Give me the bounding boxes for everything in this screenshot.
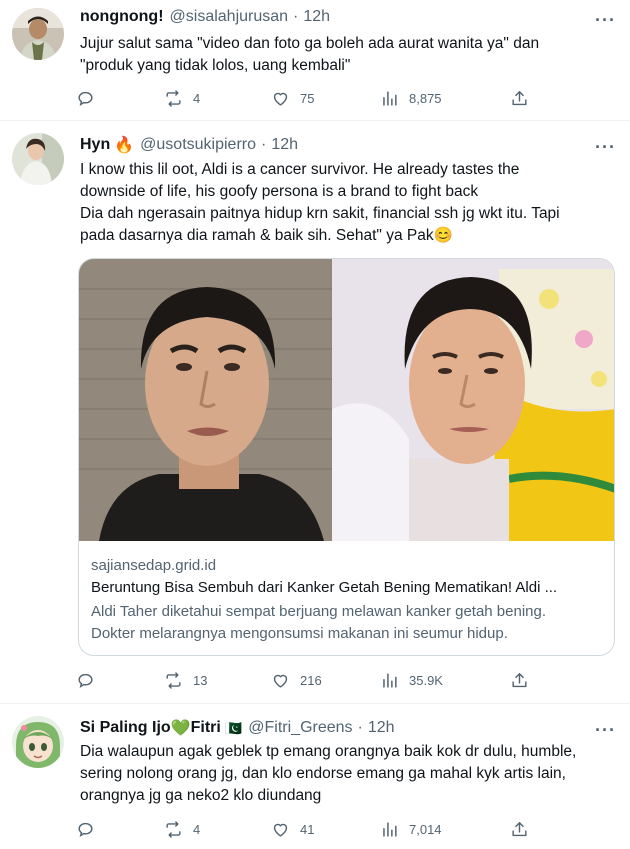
like-count: 216 bbox=[300, 672, 322, 688]
retweet-icon bbox=[166, 89, 181, 107]
card-description: Aldi Taher diketahui sempat berjuang mel… bbox=[91, 601, 606, 645]
like-button[interactable]: 41 bbox=[271, 817, 314, 841]
tweet-text-line: sering nolong orang jg, dan klo endorse … bbox=[80, 765, 566, 782]
timestamp[interactable]: 12h bbox=[368, 719, 395, 737]
more-icon[interactable]: ··· bbox=[595, 720, 616, 741]
tweet-text-line: pada dasarnya dia ramah & baik sih. Seha… bbox=[80, 227, 453, 244]
reply-button[interactable] bbox=[76, 86, 95, 110]
divider bbox=[0, 703, 630, 704]
tweet[interactable]: Si Paling Ijo 💚 Fitri 🇵🇰 @Fitri_Greens ·… bbox=[0, 710, 630, 849]
retweet-button[interactable]: 13 bbox=[164, 668, 207, 692]
tweet[interactable]: nongnong! @sisalahjurusan · 12h ··· Juju… bbox=[0, 0, 630, 118]
tweet-text-line: Dia walaupun agak geblek tp emang orangn… bbox=[80, 743, 577, 760]
reply-button[interactable] bbox=[76, 817, 95, 841]
reply-icon bbox=[78, 91, 93, 106]
separator-dot: · bbox=[357, 719, 363, 736]
more-icon[interactable]: ··· bbox=[595, 137, 616, 158]
fire-emoji: 🔥 bbox=[114, 137, 135, 154]
card-image[interactable] bbox=[79, 259, 615, 541]
separator-dot: · bbox=[293, 8, 299, 25]
reply-icon bbox=[78, 822, 93, 837]
user-handle[interactable]: @sisalahjurusan bbox=[170, 8, 289, 26]
more-icon[interactable]: ··· bbox=[595, 10, 616, 31]
action-bar: 4 41 7,014 bbox=[76, 817, 536, 841]
share-button[interactable] bbox=[510, 86, 529, 110]
card-description-line: Aldi Taher diketahui sempat berjuang mel… bbox=[91, 603, 547, 620]
avatar[interactable] bbox=[12, 8, 64, 60]
retweet-button[interactable]: 4 bbox=[164, 817, 200, 841]
like-button[interactable]: 216 bbox=[271, 668, 322, 692]
views-count: 7,014 bbox=[409, 821, 442, 837]
retweet-count: 4 bbox=[193, 90, 201, 106]
user-handle[interactable]: @Fitri_Greens bbox=[248, 719, 352, 737]
share-button[interactable] bbox=[510, 668, 529, 692]
like-count: 75 bbox=[300, 90, 315, 106]
tweet[interactable]: Hyn 🔥 @usotsukipierro · 12h ··· I know t… bbox=[0, 127, 630, 697]
like-icon bbox=[273, 674, 288, 688]
retweet-icon bbox=[166, 820, 181, 838]
like-icon bbox=[273, 92, 288, 106]
timestamp[interactable]: 12h bbox=[271, 136, 298, 154]
card-title: Beruntung Bisa Sembuh dari Kanker Getah … bbox=[91, 579, 558, 596]
display-name[interactable]: Si Paling Ijo bbox=[80, 719, 171, 737]
views-icon bbox=[383, 821, 397, 837]
retweet-count: 4 bbox=[193, 821, 201, 837]
like-button[interactable]: 75 bbox=[271, 86, 314, 110]
tweet-text-line: Dia dah ngerasain paitnya hidup krn saki… bbox=[80, 205, 560, 222]
share-icon bbox=[512, 672, 527, 687]
retweet-icon bbox=[166, 671, 181, 689]
views-count: 35.9K bbox=[409, 672, 443, 688]
flag-emoji: 🇵🇰 bbox=[224, 719, 243, 736]
display-name[interactable]: nongnong! bbox=[80, 8, 164, 26]
action-bar: 13 216 35.9K bbox=[76, 668, 536, 692]
tweet-text-line: I know this lil oot, Aldi is a cancer su… bbox=[80, 161, 520, 178]
views-icon bbox=[383, 672, 397, 688]
user-handle[interactable]: @usotsukipierro bbox=[140, 136, 256, 154]
views-button[interactable]: 7,014 bbox=[380, 817, 442, 841]
tweet-text: Dia walaupun agak geblek tp emang orangn… bbox=[80, 741, 615, 807]
tweet-text: I know this lil oot, Aldi is a cancer su… bbox=[80, 159, 615, 247]
card-description-line: Dokter melarangnya mengonsumsi makanan i… bbox=[91, 625, 508, 642]
like-count: 41 bbox=[300, 821, 315, 837]
retweet-count: 13 bbox=[193, 672, 208, 688]
views-icon bbox=[383, 90, 397, 106]
reply-button[interactable] bbox=[76, 668, 95, 692]
timestamp[interactable]: 12h bbox=[303, 8, 330, 26]
divider bbox=[0, 120, 630, 121]
green-heart-emoji: 💚 bbox=[170, 720, 191, 737]
share-icon bbox=[512, 821, 527, 836]
display-name-suffix[interactable]: Fitri bbox=[191, 719, 221, 737]
like-icon bbox=[273, 823, 288, 837]
views-button[interactable]: 35.9K bbox=[380, 668, 443, 692]
tweet-text-line: "produk yang tidak lolos, uang kembali" bbox=[80, 57, 351, 74]
views-count: 8,875 bbox=[409, 90, 442, 106]
link-card[interactable]: sajiansedap.grid.id Beruntung Bisa Sembu… bbox=[78, 258, 615, 656]
tweet-text-line: downside of life, his goofy persona is a… bbox=[80, 183, 479, 200]
avatar[interactable] bbox=[12, 133, 64, 185]
separator-dot: · bbox=[261, 136, 267, 153]
action-bar: 4 75 8,875 bbox=[76, 86, 536, 110]
views-button[interactable]: 8,875 bbox=[380, 86, 442, 110]
retweet-button[interactable]: 4 bbox=[164, 86, 200, 110]
tweet-text: Jujur salut sama "video dan foto ga bole… bbox=[80, 33, 615, 77]
avatar[interactable] bbox=[12, 716, 64, 768]
tweet-text-line: Jujur salut sama "video dan foto ga bole… bbox=[80, 35, 540, 52]
card-domain: sajiansedap.grid.id bbox=[91, 557, 217, 574]
share-button[interactable] bbox=[510, 817, 529, 841]
tweet-text-line: orangnya jg ga neko2 klo diundang bbox=[80, 787, 322, 804]
reply-icon bbox=[78, 673, 93, 688]
display-name[interactable]: Hyn bbox=[80, 136, 110, 154]
share-icon bbox=[512, 90, 527, 105]
